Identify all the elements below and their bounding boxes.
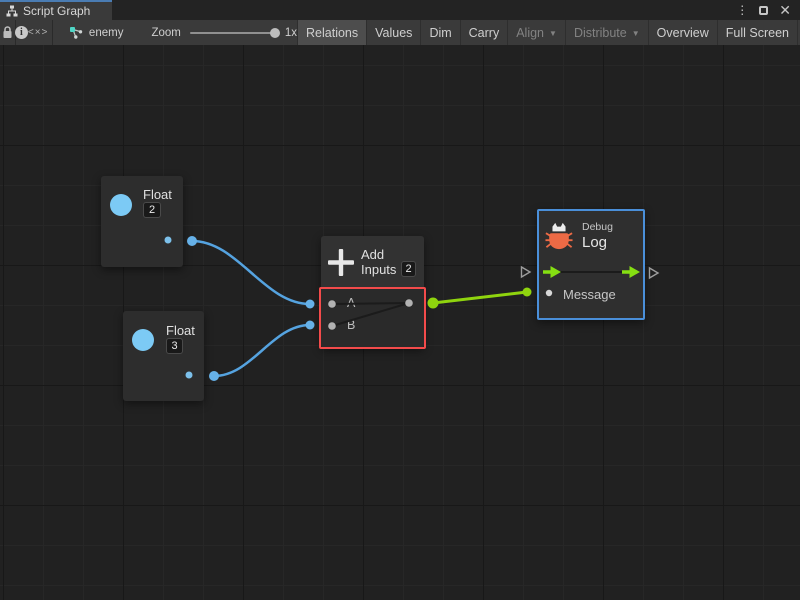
node-title: Float xyxy=(143,187,172,202)
chevron-down-icon: ▼ xyxy=(632,29,640,38)
carry-button[interactable]: Carry xyxy=(460,20,508,45)
node-title: Log xyxy=(582,234,607,251)
tab-label: Script Graph xyxy=(23,4,90,18)
float-value-field[interactable]: 3 xyxy=(166,338,183,354)
node-add[interactable]: Add Inputs 2 A B xyxy=(321,236,424,348)
window-controls: ⋮ ✕ xyxy=(736,0,800,20)
align-dropdown[interactable]: Align ▼ xyxy=(507,20,565,45)
node-category: Debug xyxy=(582,221,613,233)
port-control-output-triangle[interactable] xyxy=(650,268,659,278)
wire-dot[interactable] xyxy=(306,300,315,309)
code-view-icon: <×> xyxy=(28,27,49,38)
node-title: Float xyxy=(166,323,195,338)
dim-button[interactable]: Dim xyxy=(420,20,459,45)
distribute-dropdown[interactable]: Distribute ▼ xyxy=(565,20,648,45)
node-float-2[interactable]: Float 3 xyxy=(123,311,204,401)
zoom-control: Zoom 1x xyxy=(151,20,297,45)
zoom-slider-knob[interactable] xyxy=(270,28,280,38)
wire-dot[interactable] xyxy=(187,236,197,246)
float-value-field[interactable]: 2 xyxy=(143,202,161,218)
add-node-body: A B xyxy=(321,289,424,348)
bug-icon xyxy=(545,221,573,251)
info-button[interactable]: i xyxy=(15,20,28,45)
lock-icon xyxy=(2,26,13,39)
relations-button[interactable]: Relations xyxy=(297,20,366,45)
wire-float1-to-add-a[interactable] xyxy=(192,241,310,304)
chevron-down-icon: ▼ xyxy=(549,29,557,38)
wire-dot[interactable] xyxy=(209,371,219,381)
zoom-slider[interactable] xyxy=(190,32,276,34)
graph-reference-icon xyxy=(69,26,83,40)
tab-script-graph[interactable]: Script Graph xyxy=(0,0,112,20)
float-type-icon xyxy=(132,329,154,351)
overview-button[interactable]: Overview xyxy=(648,20,717,45)
wire-add-to-debug-message[interactable] xyxy=(433,292,527,303)
values-button[interactable]: Values xyxy=(366,20,420,45)
node-subtitle: Inputs xyxy=(361,262,396,277)
message-port-label: Message xyxy=(563,287,616,302)
full-screen-button[interactable]: Full Screen xyxy=(717,20,797,45)
wire-dot[interactable] xyxy=(523,288,532,297)
graph-reference-label: enemy xyxy=(89,27,124,39)
graph-reference-button[interactable]: enemy xyxy=(52,20,124,45)
wire-float2-to-add-b[interactable] xyxy=(214,325,310,376)
script-graph-icon xyxy=(6,5,18,17)
wire-dot[interactable] xyxy=(428,298,439,309)
zoom-value: 1x xyxy=(285,27,297,39)
graph-canvas[interactable]: Float 2 Float 3 Add Inputs 2 A B xyxy=(0,45,800,600)
node-float-1[interactable]: Float 2 xyxy=(101,176,183,267)
zoom-label: Zoom xyxy=(151,27,180,39)
code-view-button[interactable]: <×> xyxy=(28,20,49,45)
node-debug-log[interactable]: Debug Log Message xyxy=(537,209,645,320)
script-graph-window: Script Graph ⋮ ✕ i <×> xyxy=(0,0,800,600)
port-a-label: A xyxy=(347,296,355,310)
float-type-icon xyxy=(110,194,132,216)
plus-icon xyxy=(328,249,354,276)
tab-bar: Script Graph ⋮ ✕ xyxy=(0,0,800,20)
wire-dot[interactable] xyxy=(306,321,315,330)
info-icon: i xyxy=(15,26,28,39)
window-menu-button[interactable]: ⋮ xyxy=(736,4,748,16)
inputs-count-field[interactable]: 2 xyxy=(401,261,416,277)
maximize-button[interactable] xyxy=(759,6,768,15)
port-control-input-triangle[interactable] xyxy=(522,267,531,277)
graph-toolbar: i <×> enemy Zoom 1x Relations xyxy=(0,20,800,45)
lock-button[interactable] xyxy=(0,20,15,45)
toolbar-buttons: Relations Values Dim Carry Align ▼ Distr… xyxy=(297,20,800,45)
port-b-label: B xyxy=(347,318,355,332)
node-title: Add xyxy=(361,247,384,262)
add-node-header: Add Inputs 2 xyxy=(321,236,424,289)
close-button[interactable]: ✕ xyxy=(779,3,791,17)
